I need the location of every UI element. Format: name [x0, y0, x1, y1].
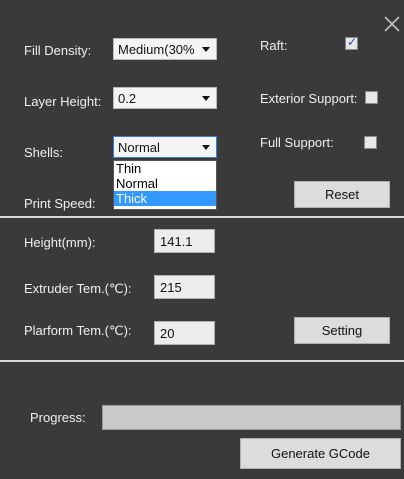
fill-density-select[interactable]: Medium(30%: [113, 38, 217, 60]
height-label: Height(mm):: [24, 235, 96, 250]
extruder-temp-label: Extruder Tem.(℃):: [24, 281, 132, 296]
extruder-temp-input[interactable]: 215: [154, 275, 215, 299]
fill-density-value: Medium(30%: [118, 42, 195, 57]
shells-option[interactable]: Normal: [114, 176, 216, 191]
shells-label: Shells:: [24, 145, 64, 160]
layer-height-label: Layer Height:: [24, 94, 102, 109]
progress-bar: [102, 405, 401, 430]
height-value: 141.1: [160, 234, 193, 249]
shells-value: Normal: [118, 140, 160, 155]
progress-label: Progress:: [30, 410, 86, 425]
height-input[interactable]: 141.1: [154, 229, 215, 253]
print-speed-label: Print Speed:: [24, 196, 96, 211]
generate-gcode-button[interactable]: Generate GCode: [240, 438, 401, 469]
close-icon[interactable]: [382, 14, 402, 34]
print-settings-panel: Fill Density: Medium(30% Raft: ✓ Layer H…: [0, 0, 404, 479]
setting-button[interactable]: Setting: [294, 317, 390, 344]
divider: [0, 216, 404, 218]
reset-button[interactable]: Reset: [294, 181, 390, 208]
raft-label: Raft:: [260, 38, 288, 53]
full-support-checkbox[interactable]: [364, 136, 377, 149]
platform-temp-input[interactable]: 20: [154, 321, 215, 345]
checkmark-icon: ✓: [347, 35, 358, 49]
layer-height-select[interactable]: 0.2: [113, 87, 217, 109]
full-support-label: Full Support:: [260, 135, 334, 150]
shells-option-highlighted[interactable]: Thick: [114, 191, 216, 206]
raft-checkbox[interactable]: ✓: [345, 35, 358, 50]
shells-option[interactable]: Thin: [114, 161, 216, 176]
shells-select[interactable]: Normal: [113, 136, 217, 158]
shells-dropdown: Thin Normal Thick: [113, 160, 217, 210]
chevron-down-icon: [202, 96, 210, 101]
platform-temp-value: 20: [160, 326, 175, 341]
extruder-temp-value: 215: [160, 280, 182, 295]
platform-temp-label: Plarform Tem.(℃):: [24, 323, 132, 338]
divider: [0, 360, 404, 362]
layer-height-value: 0.2: [118, 91, 137, 106]
chevron-down-icon: [202, 47, 210, 52]
fill-density-label: Fill Density:: [24, 43, 92, 58]
chevron-down-icon: [202, 145, 210, 150]
exterior-support-label: Exterior Support:: [260, 91, 358, 106]
exterior-support-checkbox[interactable]: [365, 91, 378, 104]
